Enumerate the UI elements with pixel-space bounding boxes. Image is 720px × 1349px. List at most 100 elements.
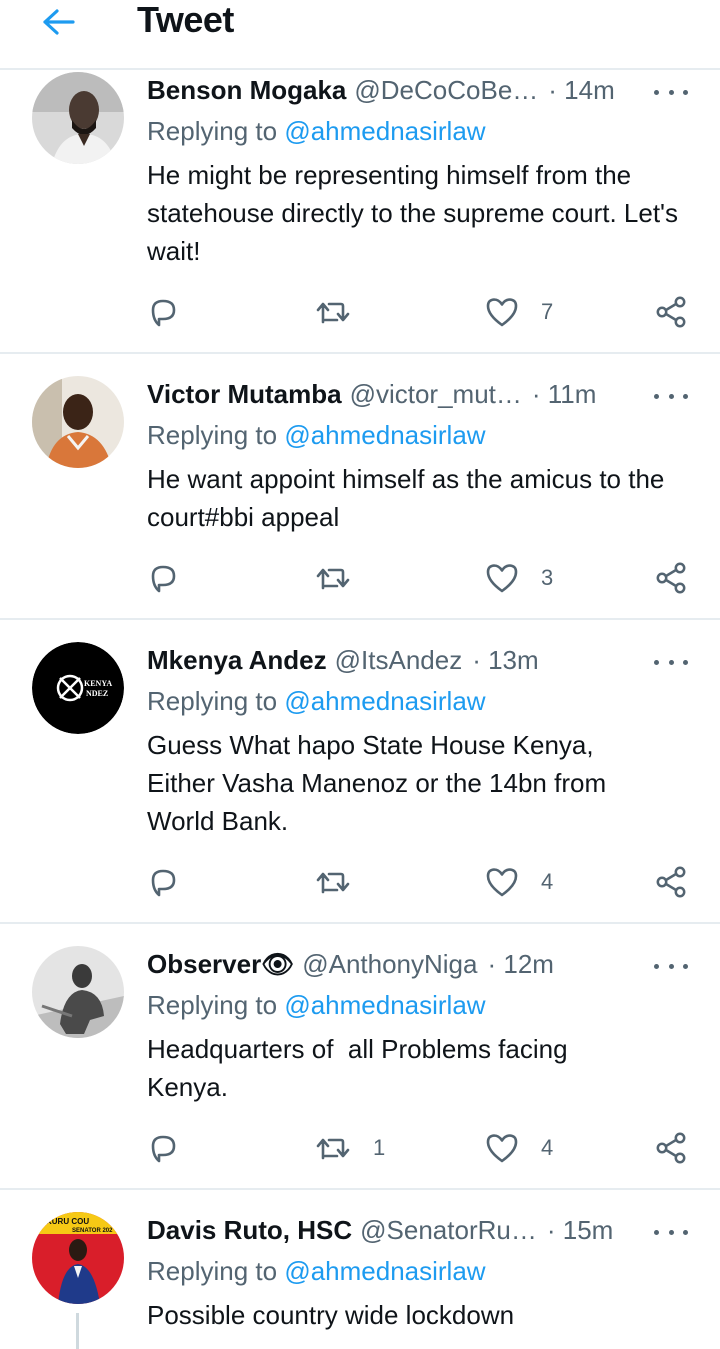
tweet-text: Headquarters of all Problems facing Keny… [147,1034,575,1102]
like-count: 4 [541,869,554,894]
replying-to-mention[interactable]: @ahmednasirlaw [284,116,485,146]
like-count: 3 [541,565,554,590]
replying-to-mention[interactable]: @ahmednasirlaw [284,420,485,450]
tweet-actions: 3 [0,558,720,598]
replying-to: Replying to @ahmednasirlaw [147,116,486,147]
reply-icon [151,869,176,897]
share-button[interactable] [654,292,688,332]
replying-to-label: Replying to [147,1256,278,1286]
tweet-text: He might be representing himself from th… [147,160,686,266]
retweet-button[interactable] [315,862,373,902]
replying-to: Replying to @ahmednasirlaw [147,686,486,717]
reply-tweet[interactable]: KURU COU SENATOR 202 Davis Ruto, HSC @Se… [0,1192,720,1349]
tweet-time[interactable]: · 11m [532,379,597,410]
retweet-button[interactable]: 1 [315,1128,385,1168]
author-name[interactable]: Mkenya Andez [147,645,327,676]
retweet-icon [316,568,350,590]
reply-tweet[interactable]: Observer👁 @AnthonyNiga · 12m Replying to… [0,926,720,1190]
back-button[interactable] [38,2,78,42]
replying-to: Replying to @ahmednasirlaw [147,990,486,1021]
reply-tweet[interactable]: Victor Mutamba @victor_mut… · 11m Replyi… [0,356,720,620]
avatar[interactable]: KENYA NDEZ [32,642,124,734]
share-icon [656,296,686,328]
heart-icon [486,868,518,897]
retweet-button[interactable] [315,558,373,598]
reply-icon [151,565,176,593]
more-options-icon[interactable] [654,652,688,672]
retweet-icon [316,872,350,894]
heart-icon [486,298,518,327]
heart-icon [486,1134,518,1163]
like-count: 4 [541,1135,554,1160]
replying-to-label: Replying to [147,686,278,716]
tweet-time[interactable]: · 13m [472,645,538,676]
retweet-button[interactable] [315,292,373,332]
more-options-icon[interactable] [654,82,688,102]
author-handle[interactable]: @victor_mut… [350,379,522,410]
more-options-icon[interactable] [654,956,688,976]
page-title: Tweet [137,0,234,40]
like-count: 7 [541,299,554,324]
reply-tweet[interactable]: KENYA NDEZ Mkenya Andez @ItsAndez · 13m … [0,622,720,924]
author-name[interactable]: Davis Ruto, HSC [147,1215,352,1246]
avatar[interactable] [32,72,124,164]
tweet-actions: 4 [0,862,720,902]
reply-button[interactable] [147,292,179,332]
tweet-text: Possible country wide lockdown [147,1300,515,1330]
thread-connector [76,1313,79,1349]
back-arrow-icon [43,9,75,35]
avatar[interactable] [32,946,124,1038]
top-bar: Tweet [0,0,720,70]
tweet-author-line: Benson Mogaka @DeCoCoBe… · 14m [147,72,615,108]
tweet-text: Guess What hapo State House Kenya, Eithe… [147,730,614,836]
avatar[interactable]: KURU COU SENATOR 202 [32,1212,124,1304]
share-icon [656,562,686,594]
tweet-time[interactable]: · 14m [548,75,614,106]
author-handle[interactable]: @AnthonyNiga [302,949,477,980]
replying-to: Replying to @ahmednasirlaw [147,420,486,451]
like-button[interactable]: 4 [485,862,553,902]
tweet-author-line: Observer👁 @AnthonyNiga · 12m [147,946,554,982]
share-button[interactable] [654,558,688,598]
more-options-icon[interactable] [654,386,688,406]
author-name[interactable]: Observer👁 [147,949,294,980]
replying-to-mention[interactable]: @ahmednasirlaw [284,686,485,716]
tweet-author-line: Victor Mutamba @victor_mut… · 11m [147,376,596,412]
like-button[interactable]: 7 [485,292,553,332]
like-button[interactable]: 3 [485,558,553,598]
avatar-banner-text-2: SENATOR 202 [72,1228,113,1234]
reply-button[interactable] [147,862,179,902]
retweet-icon [316,302,350,324]
share-button[interactable] [654,1128,688,1168]
author-name[interactable]: Benson Mogaka [147,75,346,106]
heart-icon [486,564,518,593]
reply-tweet[interactable]: Benson Mogaka @DeCoCoBe… · 14m Replying … [0,72,720,354]
tweet-time[interactable]: · 12m [487,949,553,980]
tweet-time[interactable]: · 15m [547,1215,613,1246]
reply-button[interactable] [147,558,179,598]
author-handle[interactable]: @DeCoCoBe… [354,75,538,106]
tweet-actions: 7 [0,292,720,332]
replying-to: Replying to @ahmednasirlaw [147,1256,486,1287]
reply-icon [151,299,176,327]
like-button[interactable]: 4 [485,1128,553,1168]
tweet-text: He want appoint himself as the amicus to… [147,464,672,532]
author-name[interactable]: Victor Mutamba [147,379,342,410]
avatar[interactable] [32,376,124,468]
more-options-icon[interactable] [654,1222,688,1242]
replying-to-mention[interactable]: @ahmednasirlaw [284,990,485,1020]
retweet-icon [316,1138,350,1160]
author-handle[interactable]: @ItsAndez [335,645,463,676]
reply-button[interactable] [147,1128,179,1168]
replying-to-label: Replying to [147,116,278,146]
replying-to-mention[interactable]: @ahmednasirlaw [284,1256,485,1286]
author-handle[interactable]: @SenatorRu… [360,1215,537,1246]
share-icon [656,866,686,898]
retweet-count: 1 [373,1135,386,1160]
tweet-author-line: Mkenya Andez @ItsAndez · 13m [147,642,539,678]
share-button[interactable] [654,862,688,902]
avatar-banner-text-1: KURU COU [46,1217,89,1226]
replying-to-label: Replying to [147,420,278,450]
reply-icon [151,1135,176,1163]
replying-to-label: Replying to [147,990,278,1020]
